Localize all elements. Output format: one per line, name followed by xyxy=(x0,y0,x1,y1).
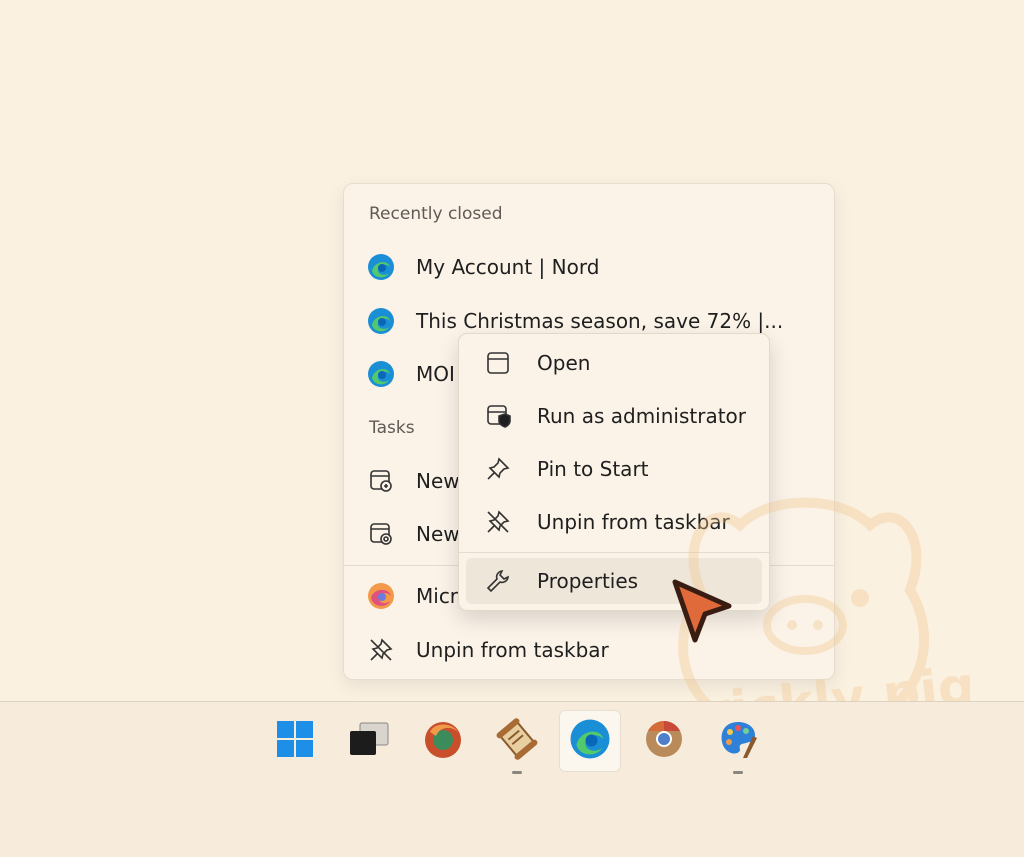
unpin-label: Unpin from taskbar xyxy=(416,638,609,662)
task-label: New xyxy=(416,522,460,546)
new-window-icon xyxy=(366,466,396,496)
windows-start-icon xyxy=(275,719,315,763)
wrench-icon xyxy=(483,566,513,596)
menu-item-label: Run as administrator xyxy=(537,404,747,428)
taskbar xyxy=(0,701,1024,857)
menu-item-label: Open xyxy=(537,351,591,375)
edge-icon xyxy=(366,306,396,336)
chrome-icon xyxy=(643,718,685,764)
taskbar-paint-button[interactable] xyxy=(707,710,769,774)
recent-item-label: MOI xyxy=(416,362,455,386)
running-indicator xyxy=(733,771,743,774)
app-item-label: Micr xyxy=(416,584,459,608)
recent-item-1[interactable]: My Account | Nord xyxy=(354,244,824,290)
menu-item-run-as-admin[interactable]: Run as administrator xyxy=(466,393,762,439)
recently-closed-label: Recently closed xyxy=(369,204,503,224)
shield-window-icon xyxy=(483,401,513,431)
tasks-label: Tasks xyxy=(369,418,415,438)
task-view-icon xyxy=(348,719,390,763)
edge-icon xyxy=(569,718,611,764)
edge-icon xyxy=(366,359,396,389)
menu-item-label: Pin to Start xyxy=(537,457,649,481)
recent-item-label: My Account | Nord xyxy=(416,255,600,279)
firefox-icon xyxy=(422,718,464,764)
taskbar-scroll-app-button[interactable] xyxy=(486,710,548,774)
edge-icon xyxy=(366,252,396,282)
edge-app-icon xyxy=(366,581,396,611)
taskbar-edge-button[interactable] xyxy=(559,710,621,772)
window-icon xyxy=(483,348,513,378)
menu-item-open[interactable]: Open xyxy=(466,340,762,386)
unpin-icon xyxy=(366,635,396,665)
recent-item-label: This Christmas season, save 72% |... xyxy=(416,309,784,333)
cursor-icon xyxy=(672,579,732,643)
taskbar-firefox-button[interactable] xyxy=(412,710,474,772)
taskbar-chrome-button[interactable] xyxy=(633,710,695,772)
unpin-icon xyxy=(483,507,513,537)
palette-icon xyxy=(717,718,759,764)
menu-item-label: Properties xyxy=(537,569,639,593)
taskbar-task-view-button[interactable] xyxy=(338,710,400,772)
task-label: New xyxy=(416,469,460,493)
taskbar-start-button[interactable] xyxy=(264,710,326,772)
new-inprivate-window-icon xyxy=(366,519,396,549)
scroll-icon xyxy=(496,718,538,764)
running-indicator xyxy=(512,771,522,774)
pin-icon xyxy=(483,454,513,484)
